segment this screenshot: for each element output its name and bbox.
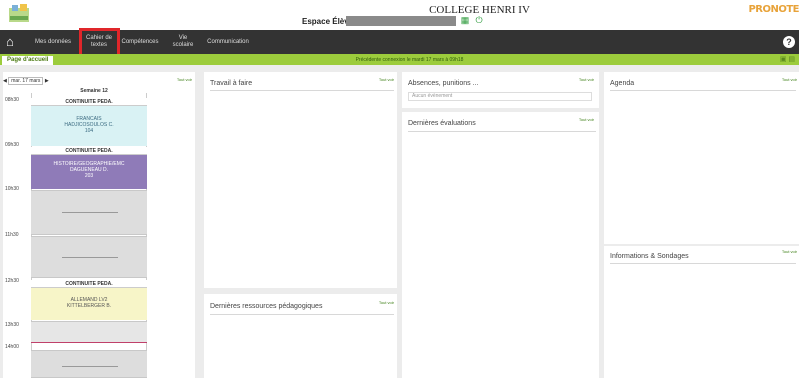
agenda-panel: [604, 72, 799, 244]
current-time-line: [31, 342, 147, 343]
last-connection-message: Précédente connexion le mardi 17 mars à …: [355, 57, 464, 63]
homework-panel: [204, 72, 397, 288]
empty-slot: [31, 321, 147, 343]
time-label: 10h30: [5, 186, 19, 192]
top-header: COLLEGE HENRI IV Espace Élèves - ▦ ⏻ PRO…: [0, 0, 799, 30]
information-see-all-link[interactable]: Tout voir: [779, 249, 797, 254]
panel-divider: [408, 131, 596, 132]
nav-communication[interactable]: Communication: [200, 30, 256, 54]
time-label: 11h30: [5, 232, 19, 238]
slot-divider: [62, 257, 118, 258]
absences-title: Absences, punitions ...: [408, 80, 479, 87]
course-block-francais[interactable]: CONTINUITE PEDA. FRANCAIS HADJICOSOULOS …: [31, 98, 147, 146]
time-label: 13h30: [5, 322, 19, 328]
time-label: 09h30: [5, 142, 19, 148]
course-subject: ALLEMAND LV2: [70, 297, 108, 303]
homework-title: Travail à faire: [210, 80, 253, 87]
display-settings-icon[interactable]: ▦: [460, 15, 470, 25]
course-room: 203: [84, 173, 94, 179]
course-block-histoire[interactable]: CONTINUITE PEDA. HISTOIRE/GEOGRAPHIE/EMC…: [31, 147, 147, 189]
agenda-title: Agenda: [610, 80, 635, 87]
evaluations-title: Dernières évaluations: [408, 120, 476, 127]
nav-mes-donnees[interactable]: Mes données: [30, 30, 76, 54]
pronote-logo: PRONOTE: [748, 4, 799, 15]
course-block-allemand[interactable]: CONTINUITE PEDA. ALLEMAND LV2 KITTELBERG…: [31, 280, 147, 320]
slot-divider: [62, 212, 118, 213]
course-header: CONTINUITE PEDA.: [31, 280, 147, 288]
panel-divider: [610, 263, 796, 264]
absences-empty-message: Aucun évènement: [408, 92, 592, 101]
time-label: 14h00: [5, 344, 19, 350]
course-header: CONTINUITE PEDA.: [31, 147, 147, 155]
information-panel: [604, 246, 799, 378]
course-teacher: KITTELBERGER B.: [66, 303, 112, 309]
school-name: COLLEGE HENRI IV: [429, 4, 530, 16]
schedule-see-all-link[interactable]: Tout voir: [176, 77, 192, 82]
evaluations-panel: [402, 112, 599, 378]
empty-slot: [31, 350, 147, 378]
panel-divider: [210, 314, 394, 315]
course-header: CONTINUITE PEDA.: [31, 98, 147, 106]
student-name-redacted: [346, 16, 456, 26]
pronote-home: COLLEGE HENRI IV Espace Élèves - ▦ ⏻ PRO…: [0, 0, 799, 378]
evaluations-see-all-link[interactable]: Tout voir: [576, 117, 594, 122]
panel-divider: [210, 90, 394, 91]
absences-see-all-link[interactable]: Tout voir: [576, 77, 594, 82]
course-subject: FRANCAIS: [76, 116, 102, 122]
absences-panel: [402, 72, 599, 108]
next-day-icon[interactable]: ▶: [45, 78, 49, 84]
logout-icon[interactable]: ⏻: [474, 15, 484, 25]
agenda-see-all-link[interactable]: Tout voir: [779, 77, 797, 82]
information-title: Informations & Sondages: [610, 253, 689, 260]
help-icon[interactable]: ?: [783, 36, 795, 48]
nav-vie-scolaire[interactable]: Vie scolaire: [168, 30, 198, 54]
panel-divider: [610, 90, 796, 91]
home-icon[interactable]: ⌂: [6, 35, 20, 49]
time-label: 08h30: [5, 97, 19, 103]
time-label: 12h30: [5, 278, 19, 284]
date-selector[interactable]: ◀ mar. 17 mars ▶: [3, 77, 49, 85]
resources-see-all-link[interactable]: Tout voir: [376, 300, 394, 305]
course-subject: HISTOIRE/GEOGRAPHIE/EMC: [53, 161, 125, 167]
resources-title: Dernières ressources pédagogiques: [210, 303, 323, 310]
prev-day-icon[interactable]: ◀: [3, 78, 7, 84]
course-room: 104: [84, 128, 94, 134]
slot-divider: [62, 366, 118, 367]
nav-competences[interactable]: Compétences: [118, 30, 162, 54]
page-tools-icon[interactable]: ▣ ▤: [780, 55, 795, 63]
homework-see-all-link[interactable]: Tout voir: [376, 77, 394, 82]
date-field[interactable]: mar. 17 mars: [8, 77, 44, 85]
